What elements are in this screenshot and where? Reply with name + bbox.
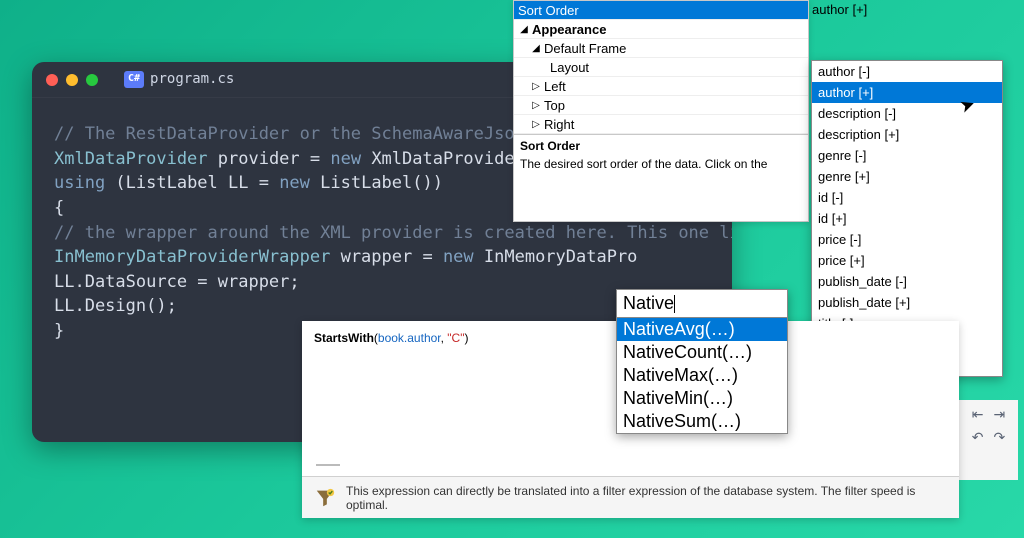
csharp-icon: C# [124, 71, 144, 88]
sort-option[interactable]: description [-] [812, 103, 1002, 124]
sort-order-value[interactable]: author [+] [812, 2, 867, 17]
autocomplete-item[interactable]: NativeCount(…) [617, 341, 787, 364]
sort-option[interactable]: author [+] [812, 82, 1002, 103]
sort-option[interactable]: id [+] [812, 208, 1002, 229]
editor-tab[interactable]: C# program.cs [124, 69, 234, 89]
sort-option[interactable]: id [-] [812, 187, 1002, 208]
window-close-icon[interactable] [46, 74, 58, 86]
sort-option[interactable]: publish_date [+] [812, 292, 1002, 313]
property-grid: Sort Order Appearance Default Frame Layo… [513, 0, 809, 222]
sort-option[interactable]: genre [+] [812, 166, 1002, 187]
funnel-icon [314, 487, 336, 509]
filter-footer: This expression can directly be translat… [302, 476, 959, 518]
sort-option[interactable]: price [-] [812, 229, 1002, 250]
sort-option[interactable]: price [+] [812, 250, 1002, 271]
propgrid-row-layout[interactable]: Layout [514, 58, 808, 77]
autocomplete-item[interactable]: NativeSum(…) [617, 410, 787, 433]
window-zoom-icon[interactable] [86, 74, 98, 86]
chevron-right-icon[interactable] [530, 81, 542, 92]
drag-handle-icon[interactable] [316, 464, 340, 466]
autocomplete-item[interactable]: NativeMin(…) [617, 387, 787, 410]
propgrid-row-left[interactable]: Left [514, 77, 808, 96]
chevron-down-icon[interactable] [530, 43, 542, 54]
propgrid-row-sort-order[interactable]: Sort Order [514, 1, 808, 20]
propgrid-row-appearance[interactable]: Appearance [514, 20, 808, 39]
autocomplete-item[interactable]: NativeAvg(…) [617, 318, 787, 341]
autocomplete-popup: Native NativeAvg(…)NativeCount(…)NativeM… [616, 289, 788, 434]
chevron-right-icon[interactable] [530, 119, 542, 130]
propgrid-row-top[interactable]: Top [514, 96, 808, 115]
propgrid-description: Sort Order The desired sort order of the… [514, 134, 808, 176]
outdent-icon[interactable]: ⇤ [972, 406, 984, 423]
sort-option[interactable]: publish_date [-] [812, 271, 1002, 292]
propgrid-row-right[interactable]: Right [514, 115, 808, 134]
editor-filename: program.cs [150, 69, 234, 89]
autocomplete-input[interactable]: Native [617, 290, 787, 318]
filter-footer-text: This expression can directly be translat… [346, 484, 947, 512]
indent-icon[interactable]: ⇥ [994, 406, 1006, 423]
autocomplete-item[interactable]: NativeMax(…) [617, 364, 787, 387]
window-minimize-icon[interactable] [66, 74, 78, 86]
propgrid-row-default-frame[interactable]: Default Frame [514, 39, 808, 58]
side-toolbar: ⇤ ⇥ ↶ ↷ [958, 400, 1018, 480]
sort-option[interactable]: author [-] [812, 61, 1002, 82]
chevron-down-icon[interactable] [518, 24, 530, 35]
redo-icon[interactable]: ↷ [994, 429, 1006, 446]
sort-option[interactable]: genre [-] [812, 145, 1002, 166]
sort-option[interactable]: description [+] [812, 124, 1002, 145]
chevron-right-icon[interactable] [530, 100, 542, 111]
undo-icon[interactable]: ↶ [972, 429, 984, 446]
